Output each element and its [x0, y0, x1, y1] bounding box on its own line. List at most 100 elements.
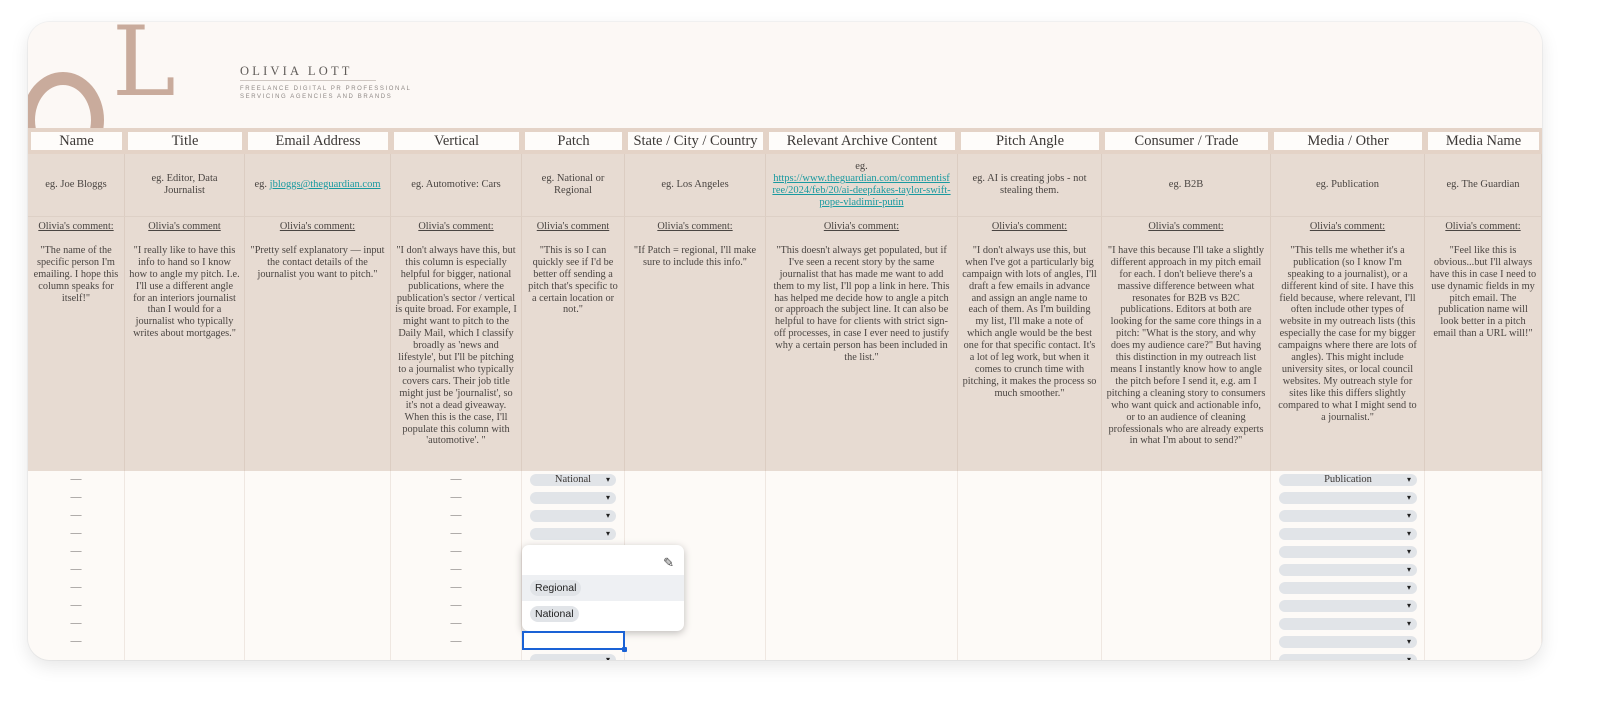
cell-name[interactable]: —: [28, 471, 125, 489]
cell-name[interactable]: —: [28, 507, 125, 525]
pencil-icon[interactable]: ✎: [663, 555, 674, 571]
media-type-dropdown[interactable]: Publication ▾: [1279, 474, 1417, 486]
cell-patch[interactable]: National ▾: [522, 471, 625, 489]
cell-email-address[interactable]: [245, 615, 391, 633]
cell-title[interactable]: [125, 525, 245, 543]
cell-consumer-trade[interactable]: [1102, 489, 1271, 507]
cell-consumer-trade[interactable]: [1102, 507, 1271, 525]
cell-patch[interactable]: ▾: [522, 507, 625, 525]
cell-state-city-country[interactable]: [625, 633, 766, 651]
cell-vertical[interactable]: —: [391, 615, 522, 633]
cell-pitch-angle[interactable]: [958, 597, 1102, 615]
media-type-dropdown[interactable]: ▾: [1279, 636, 1417, 648]
cell-media-other[interactable]: ▾: [1271, 651, 1425, 660]
cell-media-name[interactable]: [1425, 489, 1542, 507]
cell-pitch-angle[interactable]: [958, 633, 1102, 651]
cell-title[interactable]: [125, 579, 245, 597]
cell-pitch-angle[interactable]: [958, 543, 1102, 561]
cell-pitch-angle[interactable]: [958, 561, 1102, 579]
cell-title[interactable]: [125, 543, 245, 561]
cell-name[interactable]: —: [28, 525, 125, 543]
cell-state-city-country[interactable]: [625, 525, 766, 543]
media-type-dropdown[interactable]: ▾: [1279, 582, 1417, 594]
cell-title[interactable]: [125, 561, 245, 579]
comment-cell-name[interactable]: Olivia's comment: "The name of the specif…: [28, 216, 125, 471]
column-header-consumer-trade[interactable]: Consumer / Trade: [1103, 130, 1270, 152]
dropdown-option-national[interactable]: National: [522, 601, 684, 627]
column-header-state-city-country[interactable]: State / City / Country: [626, 130, 765, 152]
cell-title[interactable]: [125, 615, 245, 633]
cell-patch[interactable]: ▾: [522, 489, 625, 507]
cell-vertical[interactable]: —: [391, 471, 522, 489]
cell-vertical[interactable]: —: [391, 579, 522, 597]
media-type-dropdown[interactable]: ▾: [1279, 510, 1417, 522]
cell-media-name[interactable]: [1425, 615, 1542, 633]
column-header-email-address[interactable]: Email Address: [246, 130, 390, 152]
cell-vertical[interactable]: —: [391, 525, 522, 543]
example-cell-vertical[interactable]: eg. Automotive: Cars: [391, 154, 522, 216]
cell-consumer-trade[interactable]: [1102, 615, 1271, 633]
cell-media-name[interactable]: [1425, 471, 1542, 489]
example-cell-email-address[interactable]: eg. jbloggs@theguardian.com: [245, 154, 391, 216]
cell-patch[interactable]: ▾: [522, 525, 625, 543]
comment-cell-patch[interactable]: Olivia's comment "This is so I can quickl…: [522, 216, 625, 471]
media-type-dropdown[interactable]: ▾: [1279, 528, 1417, 540]
cell-patch[interactable]: ▾: [522, 651, 625, 660]
cell-title[interactable]: [125, 633, 245, 651]
example-cell-consumer-trade[interactable]: eg. B2B: [1102, 154, 1271, 216]
cell-vertical[interactable]: —: [391, 561, 522, 579]
cell-name[interactable]: —: [28, 579, 125, 597]
cell-media-other[interactable]: ▾: [1271, 597, 1425, 615]
comment-cell-media-name[interactable]: Olivia's comment: "Feel like this is obvi…: [1425, 216, 1542, 471]
cell-media-other[interactable]: ▾: [1271, 633, 1425, 651]
cell-title[interactable]: [125, 597, 245, 615]
cell-relevant-archive-content[interactable]: [766, 489, 958, 507]
cell-vertical[interactable]: —: [391, 507, 522, 525]
cell-title[interactable]: [125, 507, 245, 525]
cell-email-address[interactable]: [245, 561, 391, 579]
example-cell-media-name[interactable]: eg. The Guardian: [1425, 154, 1542, 216]
cell-media-other[interactable]: ▾: [1271, 561, 1425, 579]
cell-state-city-country[interactable]: [625, 507, 766, 525]
cell-email-address[interactable]: [245, 507, 391, 525]
cell-consumer-trade[interactable]: [1102, 597, 1271, 615]
cell-name[interactable]: —: [28, 597, 125, 615]
example-link[interactable]: https://www.theguardian.com/commentisfre…: [772, 173, 950, 208]
cell-email-address[interactable]: [245, 543, 391, 561]
cell-media-name[interactable]: [1425, 579, 1542, 597]
cell-pitch-angle[interactable]: [958, 615, 1102, 633]
cell-media-other[interactable]: ▾: [1271, 489, 1425, 507]
patch-dropdown[interactable]: National ▾: [530, 474, 616, 486]
cell-media-name[interactable]: [1425, 543, 1542, 561]
dropdown-option-regional[interactable]: Regional: [522, 575, 684, 601]
comment-cell-state-city-country[interactable]: Olivia's comment: "If Patch = regional, I…: [625, 216, 766, 471]
cell-email-address[interactable]: [245, 651, 391, 660]
cell-relevant-archive-content[interactable]: [766, 525, 958, 543]
selected-cell-patch[interactable]: [522, 631, 625, 650]
cell-state-city-country[interactable]: [625, 471, 766, 489]
cell-title[interactable]: [125, 489, 245, 507]
cell-vertical[interactable]: —: [391, 489, 522, 507]
cell-name[interactable]: —: [28, 615, 125, 633]
media-type-dropdown[interactable]: ▾: [1279, 618, 1417, 630]
cell-relevant-archive-content[interactable]: [766, 507, 958, 525]
cell-state-city-country[interactable]: [625, 489, 766, 507]
media-type-dropdown[interactable]: ▾: [1279, 546, 1417, 558]
cell-media-name[interactable]: [1425, 561, 1542, 579]
comment-cell-email-address[interactable]: Olivia's comment: "Pretty self explanator…: [245, 216, 391, 471]
comment-cell-relevant-archive-content[interactable]: Olivia's comment: "This doesn't always ge…: [766, 216, 958, 471]
cell-pitch-angle[interactable]: [958, 471, 1102, 489]
cell-name[interactable]: —: [28, 633, 125, 651]
cell-pitch-angle[interactable]: [958, 489, 1102, 507]
column-header-title[interactable]: Title: [126, 130, 244, 152]
cell-relevant-archive-content[interactable]: [766, 615, 958, 633]
column-header-pitch-angle[interactable]: Pitch Angle: [959, 130, 1101, 152]
example-link[interactable]: jbloggs@theguardian.com: [270, 179, 381, 190]
cell-media-other[interactable]: ▾: [1271, 579, 1425, 597]
cell-name[interactable]: —: [28, 543, 125, 561]
cell-media-other[interactable]: ▾: [1271, 615, 1425, 633]
column-header-vertical[interactable]: Vertical: [392, 130, 521, 152]
comment-cell-pitch-angle[interactable]: Olivia's comment: "I don't always use thi…: [958, 216, 1102, 471]
cell-email-address[interactable]: [245, 489, 391, 507]
cell-relevant-archive-content[interactable]: [766, 579, 958, 597]
